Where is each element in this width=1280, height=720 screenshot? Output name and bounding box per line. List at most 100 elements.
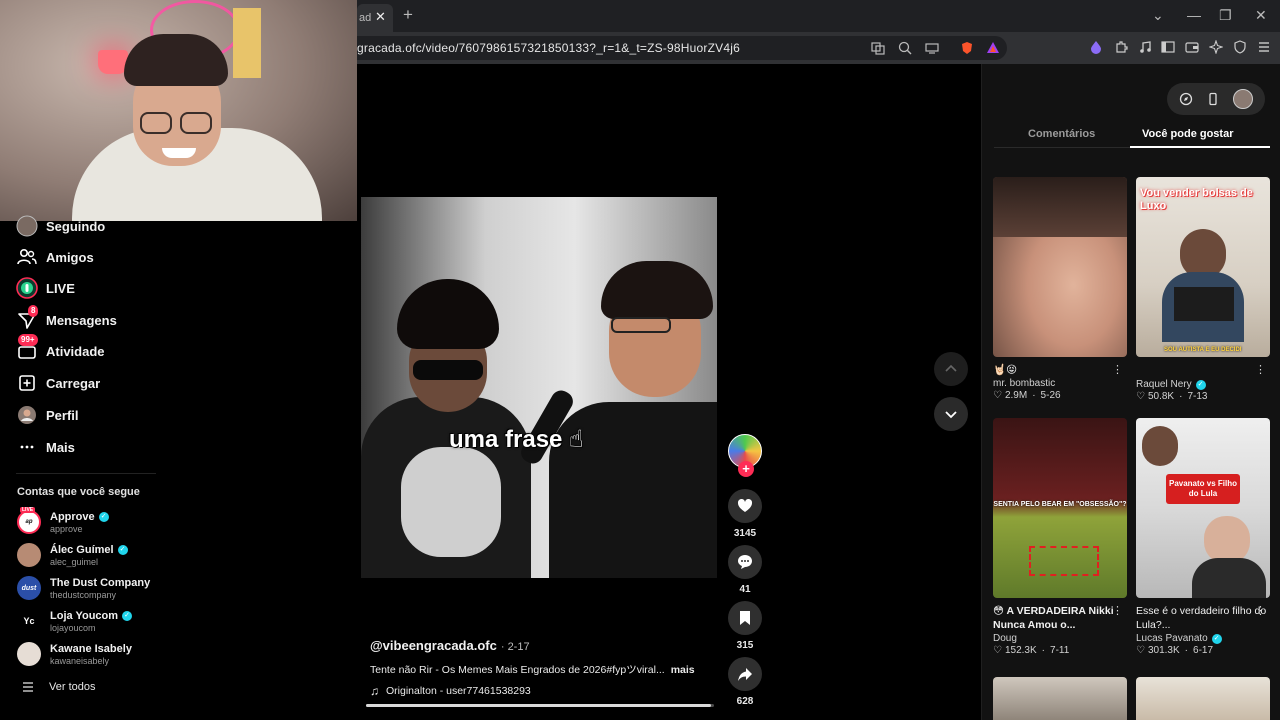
extension-drop-icon[interactable] [1089,40,1103,54]
user-avatar[interactable] [1232,89,1253,109]
verified-icon: ✓ [1195,379,1206,390]
media-icon[interactable] [1138,40,1152,54]
close-tab-icon[interactable]: ✕ [375,9,386,25]
card-date: 7-11 [1050,645,1070,656]
sidebar-item-live[interactable]: LIVE [16,276,75,300]
video-player[interactable]: uma frase ☝ [361,197,717,578]
video-description: Tente não Rir - Os Memes Mais Engrados d… [370,662,695,677]
comment-count: 41 [739,584,751,595]
comment-button[interactable] [728,545,762,579]
tab-you-may-like[interactable]: Você pode gostar [1142,128,1233,140]
video-card[interactable]: Pavanato vs Filho do Lula Esse é o verda… [1136,418,1270,656]
card-options-icon[interactable]: ⋮ [1112,363,1123,376]
sidebar-item-more[interactable]: Mais [16,435,75,459]
more-link[interactable]: mais [671,664,695,676]
cast-icon[interactable] [925,41,939,55]
following-handle: kawaneisabely [50,655,110,666]
streamer-glasses-right [180,112,212,134]
leo-ai-icon[interactable] [1209,40,1223,54]
sidebar-item-activity[interactable]: 99+ Atividade [16,334,105,363]
address-bar[interactable]: gracada.ofc/video/7607986157321850133?_r… [357,36,1007,60]
video-thumbnail[interactable] [993,177,1127,357]
card-title: 😳 A VERDADEIRA Nikki Nunca Amou o... [993,605,1114,631]
zoom-icon[interactable] [898,41,912,55]
card-options-icon[interactable]: ⋮ [1112,604,1123,617]
compass-icon[interactable] [1179,92,1193,106]
like-count: 3145 [733,528,757,539]
card-likes: 50.8K [1147,391,1175,402]
card-stats: ♡ 152.3K · 7-11 [993,645,1070,656]
save-button[interactable] [728,601,762,635]
sidebar-divider [16,473,156,474]
profile-avatar-icon [16,404,38,426]
card-date: 7-13 [1187,391,1208,402]
video-progress-bar[interactable] [366,704,714,707]
video-card[interactable]: SENTIA PELO BEAR EM "OBSESSÃO"? 😳 A VERD… [993,418,1127,656]
avatar [17,543,41,567]
card-author[interactable]: Doug [993,633,1127,644]
video-thumbnail[interactable] [993,677,1127,720]
video-card[interactable]: Vou vender bolsas de Luxo SOU AUTISTA E … [1136,177,1270,402]
tab-comments[interactable]: Comentários [1028,128,1095,140]
browser-tabbar: ad ✕ + ⌄ — ❐ ✕ [357,0,1280,32]
video-thumbnail[interactable]: Pavanato vs Filho do Lula [1136,418,1270,598]
brave-shield-icon[interactable] [960,41,974,55]
menu-icon[interactable] [1257,40,1271,54]
browser-tab[interactable]: ad ✕ [357,4,393,32]
minimize-icon[interactable]: — [1187,7,1201,23]
card-author[interactable]: Raquel Nery ✓ [1136,379,1270,390]
close-window-icon[interactable]: ✕ [1255,7,1267,24]
card-author[interactable]: mr. bombastic [993,378,1127,389]
webcam-overlay [0,0,357,221]
music-note-icon: ♫ [370,684,379,698]
live-icon [16,277,38,299]
card-options-icon[interactable]: ⋮ [1255,363,1266,376]
sidebar-item-friends[interactable]: Amigos [16,245,94,269]
following-item-dust[interactable]: dust The Dust Company thedustcompany [17,574,150,602]
verified-icon: ✓ [98,511,109,522]
sidebar-toggle-icon[interactable] [1161,40,1175,54]
following-section-title: Contas que você segue [17,486,140,498]
sidebar-item-label: Perfil [46,407,79,423]
extensions-icon[interactable] [1114,40,1128,54]
card-options-icon[interactable]: ⋮ [1255,604,1266,617]
brave-rewards-icon[interactable] [986,41,1000,55]
translate-icon[interactable] [871,41,885,55]
card-author[interactable]: Lucas Pavanato ✓ [1136,633,1270,644]
following-item-youcom[interactable]: Yc Loja Youcom ✓ lojayoucom [17,607,133,635]
follow-button[interactable]: + [738,461,754,477]
following-item-approve[interactable]: ap LIVE Approve ✓ approve [17,507,109,536]
tab-list-icon[interactable]: ⌄ [1152,7,1164,24]
video-author[interactable]: @vibeengracada.ofc · 2-17 [370,638,530,653]
following-item-kawane[interactable]: Kawane Isabely kawaneisabely [17,640,132,668]
share-icon [738,668,752,681]
video-thumbnail[interactable]: SENTIA PELO BEAR EM "OBSESSÃO"? [993,418,1127,598]
sidebar-item-upload[interactable]: Carregar [16,371,100,395]
video-author-handle[interactable]: @vibeengracada.ofc [370,638,497,653]
video-music[interactable]: ♫ Originalton - user77461538293 [370,684,531,698]
wallet-icon[interactable] [1185,40,1199,54]
video-thumbnail[interactable]: Vou vender bolsas de Luxo SOU AUTISTA E … [1136,177,1270,357]
like-button[interactable] [728,489,762,523]
next-video-button[interactable] [934,397,968,431]
following-item-alec[interactable]: Álec Guímel ✓ alec_guimel [17,541,128,569]
video-person2-glasses [611,317,671,333]
see-all-link[interactable]: Ver todos [22,681,95,693]
sidebar-item-following[interactable]: Seguindo [16,214,105,238]
card-likes: 301.3K [1147,645,1180,656]
verified-icon: ✓ [1211,633,1222,644]
video-card[interactable]: 🤘🏻😝 ⋮ mr. bombastic ♡ 2.9M · 5-26 [993,177,1127,401]
previous-video-button[interactable] [934,352,968,386]
verified-icon: ✓ [122,610,133,621]
sidebar-item-label: Atividade [46,343,105,359]
new-tab-icon[interactable]: + [403,5,413,25]
sidebar-item-profile[interactable]: Perfil [16,403,79,427]
thumb-text: Vou vender bolsas de Luxo [1140,187,1253,212]
share-button[interactable] [728,657,762,691]
phone-icon[interactable] [1206,92,1220,106]
restore-icon[interactable]: ❐ [1219,7,1232,24]
video-thumbnail[interactable] [1136,677,1270,720]
following-name: The Dust Company [50,576,151,589]
vpn-shield-icon[interactable] [1233,40,1247,54]
sidebar-item-messages[interactable]: 8 Mensagens [16,305,117,332]
